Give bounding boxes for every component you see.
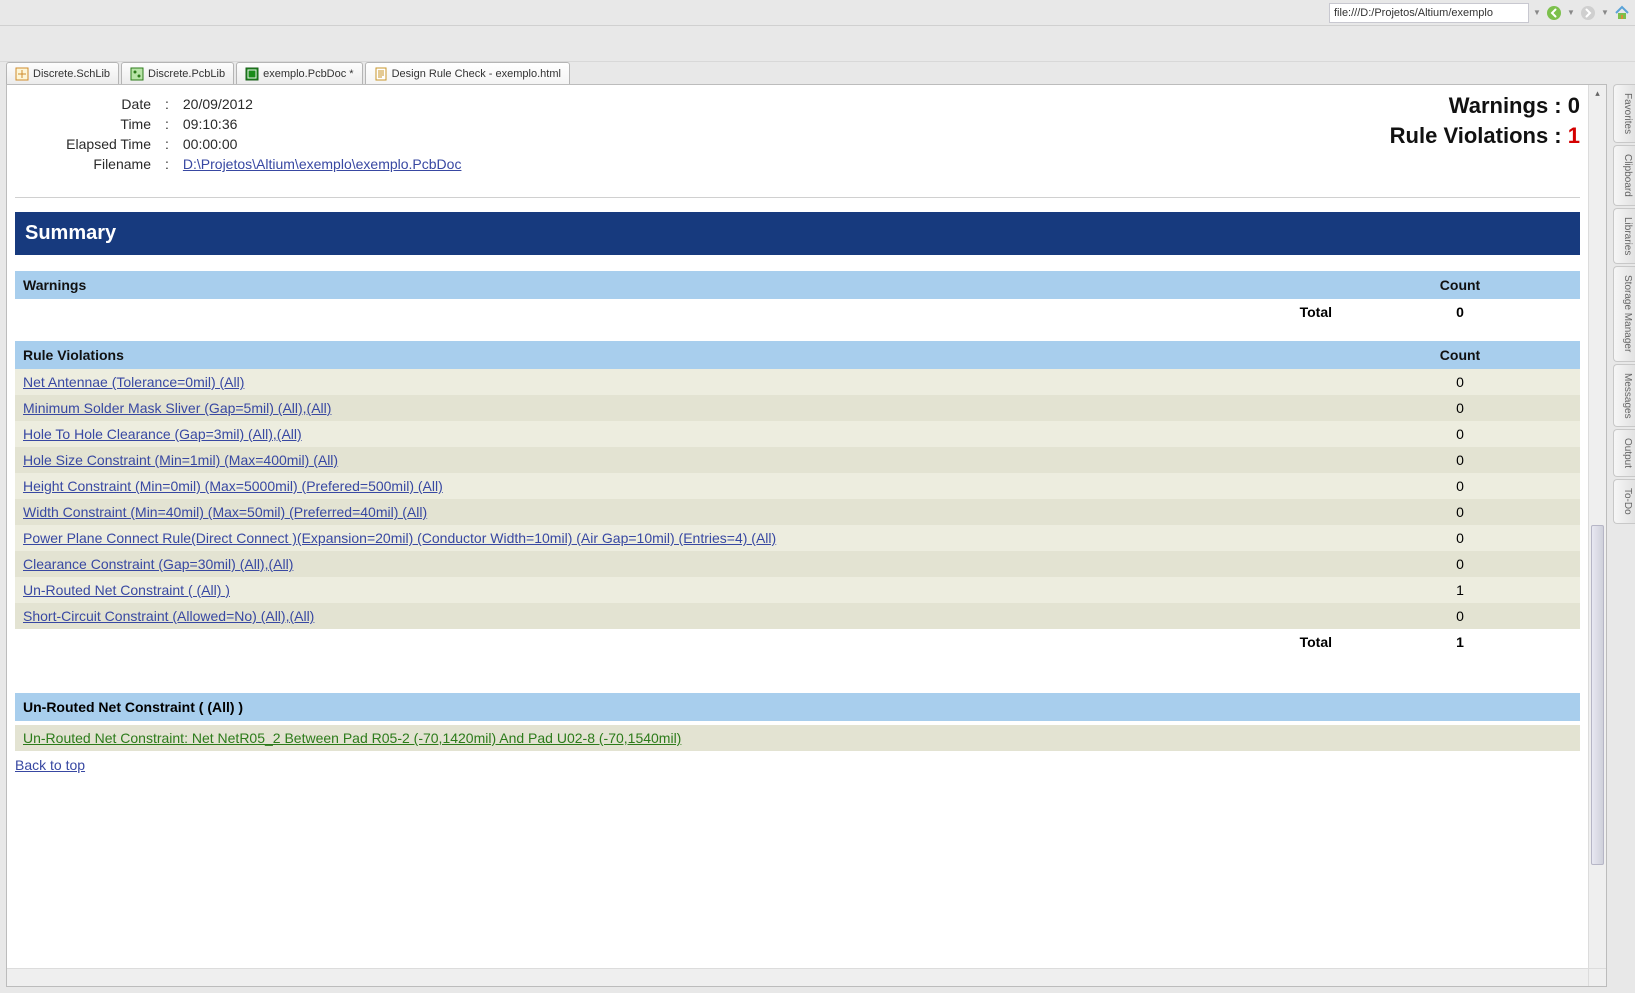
rule-count: 1 <box>1340 577 1580 603</box>
side-tab-output[interactable]: Output <box>1613 429 1635 477</box>
side-tab-clipboard[interactable]: Clipboard <box>1613 145 1635 206</box>
rule-count: 0 <box>1340 447 1580 473</box>
warnings-count-heading: Count <box>1340 271 1580 299</box>
meta-date-label: Date <box>17 95 157 113</box>
rule-count: 0 <box>1340 551 1580 577</box>
rule-link[interactable]: Power Plane Connect Rule(Direct Connect … <box>23 530 776 546</box>
address-bar: ▼ ▼ ▼ <box>0 0 1635 26</box>
meta-time-value: 09:10:36 <box>177 115 468 133</box>
rule-count: 0 <box>1340 395 1580 421</box>
pcblib-file-icon <box>130 67 144 81</box>
meta-elapsed-label: Elapsed Time <box>17 135 157 153</box>
side-tab-messages[interactable]: Messages <box>1613 364 1635 428</box>
scroll-thumb[interactable] <box>1591 525 1604 865</box>
violation-item-link[interactable]: Un-Routed Net Constraint: Net NetR05_2 B… <box>23 730 681 746</box>
url-dropdown-caret-icon[interactable]: ▼ <box>1533 4 1541 22</box>
document-tab-bar: Discrete.SchLib Discrete.PcbLib exemplo.… <box>6 62 570 84</box>
html-file-icon <box>374 67 388 81</box>
divider <box>15 197 1580 198</box>
viewport: Date : 20/09/2012 Time : 09:10:36 Elapse… <box>6 84 1607 987</box>
warnings-total-label: Total <box>15 299 1340 325</box>
stat-warnings-value: 0 <box>1568 93 1580 118</box>
rule-link[interactable]: Hole To Hole Clearance (Gap=3mil) (All),… <box>23 426 302 442</box>
side-panel-tabs: Favorites Clipboard Libraries Storage Ma… <box>1613 84 1635 524</box>
scroll-corner <box>1588 968 1606 986</box>
nav-forward-button <box>1579 4 1597 22</box>
violation-detail-row: Un-Routed Net Constraint: Net NetR05_2 B… <box>15 725 1580 751</box>
toolbar-strip <box>0 26 1635 62</box>
tab-drc-report[interactable]: Design Rule Check - exemplo.html <box>365 62 570 84</box>
nav-forward-caret-icon: ▼ <box>1601 4 1609 22</box>
rule-link[interactable]: Minimum Solder Mask Sliver (Gap=5mil) (A… <box>23 400 331 416</box>
rule-count: 0 <box>1340 499 1580 525</box>
rule-link[interactable]: Clearance Constraint (Gap=30mil) (All),(… <box>23 556 293 572</box>
report-content: Date : 20/09/2012 Time : 09:10:36 Elapse… <box>7 85 1588 968</box>
rule-link[interactable]: Un-Routed Net Constraint ( (All) ) <box>23 582 230 598</box>
rule-link[interactable]: Hole Size Constraint (Min=1mil) (Max=400… <box>23 452 338 468</box>
tab-label: Discrete.SchLib <box>33 68 110 80</box>
side-tab-favorites[interactable]: Favorites <box>1613 84 1635 143</box>
rule-count: 0 <box>1340 473 1580 499</box>
rule-count: 0 <box>1340 421 1580 447</box>
tab-exemplo-pcbdoc[interactable]: exemplo.PcbDoc * <box>236 62 363 84</box>
rule-link[interactable]: Height Constraint (Min=0mil) (Max=5000mi… <box>23 478 443 494</box>
meta-filename-link[interactable]: D:\Projetos\Altium\exemplo\exemplo.PcbDo… <box>183 156 462 172</box>
back-to-top-link[interactable]: Back to top <box>15 757 85 773</box>
tab-discrete-schlib[interactable]: Discrete.SchLib <box>6 62 119 84</box>
home-icon[interactable] <box>1613 4 1631 22</box>
stat-rv-value: 1 <box>1568 123 1580 148</box>
meta-elapsed-value: 00:00:00 <box>177 135 468 153</box>
summary-heading: Summary <box>15 212 1580 255</box>
meta-time-label: Time <box>17 115 157 133</box>
stat-rv-label: Rule Violations : <box>1390 123 1562 148</box>
stat-block: Warnings : 0 Rule Violations : 1 <box>1390 93 1580 175</box>
rule-link[interactable]: Width Constraint (Min=40mil) (Max=50mil)… <box>23 504 427 520</box>
rules-total-label: Total <box>15 629 1340 655</box>
side-tab-todo[interactable]: To-Do <box>1613 479 1635 524</box>
sch-file-icon <box>15 67 29 81</box>
warnings-table: Warnings Count Total 0 <box>15 271 1580 325</box>
violation-detail-heading: Un-Routed Net Constraint ( (All) ) <box>15 693 1580 721</box>
side-tab-storage-manager[interactable]: Storage Manager <box>1613 266 1635 361</box>
stat-warnings-label: Warnings : <box>1449 93 1562 118</box>
tab-discrete-pcblib[interactable]: Discrete.PcbLib <box>121 62 234 84</box>
scroll-up-icon[interactable]: ▴ <box>1589 85 1606 101</box>
vertical-scrollbar[interactable]: ▴ <box>1588 85 1606 968</box>
meta-table: Date : 20/09/2012 Time : 09:10:36 Elapse… <box>15 93 469 175</box>
warnings-total-value: 0 <box>1340 299 1580 325</box>
url-input[interactable] <box>1329 3 1529 23</box>
nav-back-button[interactable] <box>1545 4 1563 22</box>
rules-count-heading: Count <box>1340 341 1580 369</box>
tab-label: Discrete.PcbLib <box>148 68 225 80</box>
rules-total-value: 1 <box>1340 629 1580 655</box>
rule-violations-table: Rule Violations Count Net Antennae (Tole… <box>15 341 1580 655</box>
pcb-file-icon <box>245 67 259 81</box>
meta-filename-label: Filename <box>17 155 157 173</box>
horizontal-scrollbar[interactable] <box>7 968 1588 986</box>
rule-count: 0 <box>1340 369 1580 395</box>
side-tab-libraries[interactable]: Libraries <box>1613 208 1635 264</box>
rule-count: 0 <box>1340 603 1580 629</box>
rule-count: 0 <box>1340 525 1580 551</box>
rules-heading: Rule Violations <box>15 341 1340 369</box>
tab-label: exemplo.PcbDoc * <box>263 68 354 80</box>
warnings-heading: Warnings <box>15 271 1340 299</box>
nav-back-caret-icon[interactable]: ▼ <box>1567 4 1575 22</box>
meta-date-value: 20/09/2012 <box>177 95 468 113</box>
rule-link[interactable]: Short-Circuit Constraint (Allowed=No) (A… <box>23 608 314 624</box>
rule-link[interactable]: Net Antennae (Tolerance=0mil) (All) <box>23 374 244 390</box>
tab-label: Design Rule Check - exemplo.html <box>392 68 561 80</box>
